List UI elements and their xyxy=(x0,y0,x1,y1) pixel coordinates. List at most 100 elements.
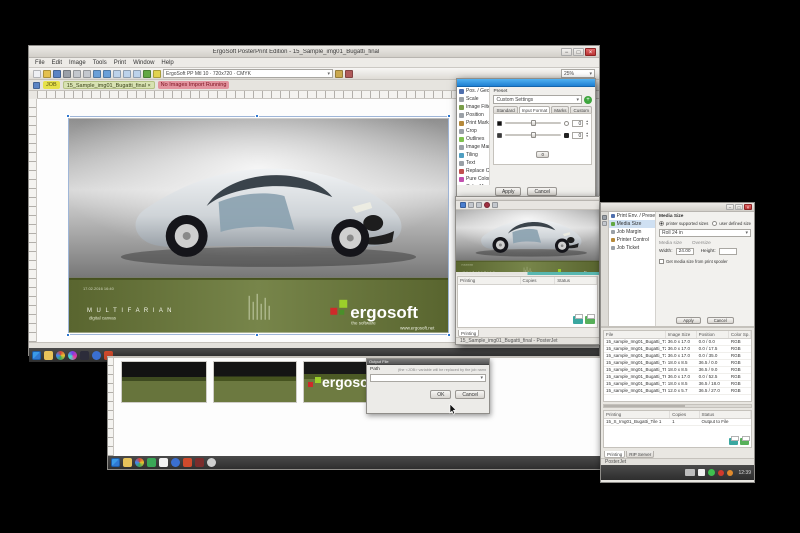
taskbar-media-icon[interactable] xyxy=(68,351,77,360)
tool-item[interactable]: Position xyxy=(457,111,489,119)
tiles-canvas[interactable]: ergosoft Output File Path (the <JOB> var… xyxy=(114,358,619,456)
color-swatch-gray[interactable] xyxy=(497,133,502,138)
slider-1-thumb[interactable] xyxy=(531,120,536,126)
redo-icon[interactable] xyxy=(103,70,111,78)
tree-item[interactable]: Printer Control xyxy=(609,236,655,244)
tool-item[interactable]: Pos. / Geometry xyxy=(457,87,489,95)
tool-item[interactable]: Replace Colors xyxy=(457,167,489,175)
file-row[interactable]: 15_sample_Img01_Bugatti_T5 18.0 x 8.5 36… xyxy=(604,367,751,374)
slider-2-thumb[interactable] xyxy=(531,132,536,138)
zoom-combo[interactable]: 25% ▾ xyxy=(561,69,595,78)
tool-item[interactable]: Tiling xyxy=(457,151,489,159)
col-copies[interactable]: Copies xyxy=(670,411,699,418)
swatch-small[interactable] xyxy=(564,133,569,138)
pin-icon[interactable] xyxy=(602,221,607,226)
cut-icon[interactable] xyxy=(73,70,81,78)
job-tab-rip[interactable]: RIP Server xyxy=(626,451,654,458)
start-button[interactable] xyxy=(32,351,41,360)
properties-titlebar[interactable] xyxy=(457,79,595,87)
menu-window[interactable]: Window xyxy=(133,60,154,66)
print-job-icon[interactable] xyxy=(460,202,466,208)
col-position[interactable]: Position xyxy=(697,331,729,338)
spinner[interactable]: ▴▾ xyxy=(586,132,588,139)
job-titlebar[interactable]: − □ × xyxy=(601,203,754,212)
settings-icon[interactable] xyxy=(492,202,498,208)
printer-sizes-radio[interactable] xyxy=(659,221,664,226)
taskbar-explorer-icon[interactable] xyxy=(123,458,132,467)
option-radio[interactable] xyxy=(564,121,569,126)
preset-combo[interactable]: Custom Settings ▾ xyxy=(493,95,582,104)
file-row[interactable]: 15_sample_Img01_Bugatti_T2 36.0 x 17.0 0… xyxy=(604,346,751,353)
file-row[interactable]: 15_sample_Img01_Bugatti_T1 36.0 x 17.0 0… xyxy=(604,339,751,346)
cancel-button[interactable]: Cancel xyxy=(527,187,557,196)
col-copies[interactable]: Copies xyxy=(521,277,556,284)
collapse-icon[interactable] xyxy=(602,215,607,220)
tool-item[interactable]: Image Margin xyxy=(457,143,489,151)
tool-item[interactable]: Scale xyxy=(457,95,489,103)
menu-edit[interactable]: Edit xyxy=(52,60,62,66)
taskbar-app2-icon[interactable] xyxy=(195,458,204,467)
file-row[interactable]: 15_sample_Img01_Bugatti_T7 18.0 x 8.5 36… xyxy=(604,381,751,388)
tray-app-icon[interactable] xyxy=(698,469,705,476)
tree-item[interactable]: Print Env. / Presets xyxy=(609,212,655,220)
tab-marks[interactable]: Marks xyxy=(551,106,569,113)
undo-icon[interactable] xyxy=(93,70,101,78)
col-image-size[interactable]: Image Size xyxy=(666,331,697,338)
taskbar-media-icon[interactable] xyxy=(147,458,156,467)
tool-item[interactable]: Print Marks xyxy=(457,119,489,127)
tab-custom[interactable]: Custom xyxy=(570,106,592,113)
placed-image[interactable] xyxy=(69,117,448,334)
job-tab[interactable]: 15_Sample_img01_Bugatti_final × xyxy=(63,81,155,89)
spinner[interactable]: ▴▾ xyxy=(586,120,588,127)
resize-handle[interactable] xyxy=(255,333,259,337)
close-button[interactable]: × xyxy=(585,48,596,56)
col-status[interactable]: Status xyxy=(700,411,751,418)
taskbar-notes-icon[interactable] xyxy=(159,458,168,467)
resize-handle[interactable] xyxy=(255,114,259,118)
height-field[interactable] xyxy=(719,248,737,255)
add-preset-button[interactable]: + xyxy=(584,96,592,104)
width-field[interactable]: 24.00 xyxy=(676,248,694,255)
col-printing[interactable]: Printing xyxy=(604,411,670,418)
resize-handle[interactable] xyxy=(447,333,451,337)
tray-clock[interactable]: 12:39 xyxy=(738,470,751,476)
tab-input-format[interactable]: Input Format xyxy=(519,106,551,113)
tree-item[interactable]: Job Margin xyxy=(609,228,655,236)
tray-keyboard-icon[interactable] xyxy=(685,469,695,476)
maximize-button[interactable]: □ xyxy=(735,204,743,210)
tool-item[interactable]: Color Management xyxy=(457,183,489,185)
taskbar-chrome-icon[interactable] xyxy=(56,351,65,360)
new-file-icon[interactable] xyxy=(33,70,41,78)
apply-button[interactable]: Apply xyxy=(495,187,522,196)
file-row[interactable]: 15_sample_Img01_Bugatti_T4 18.0 x 8.5 36… xyxy=(604,360,751,367)
printer-icon-green[interactable] xyxy=(740,438,749,445)
slider-2-value[interactable]: 0 xyxy=(572,132,583,139)
minimize-button[interactable]: − xyxy=(726,204,734,210)
open-icon[interactable] xyxy=(43,70,51,78)
tray-red-icon[interactable] xyxy=(718,470,724,476)
start-button[interactable] xyxy=(111,458,120,467)
menu-help[interactable]: Help xyxy=(161,60,173,66)
minimize-button[interactable]: − xyxy=(561,48,572,56)
taskbar-app3-icon[interactable] xyxy=(207,458,216,467)
tray-green-icon[interactable] xyxy=(708,469,715,476)
ok-button[interactable]: OK xyxy=(430,390,451,399)
queue-icon[interactable] xyxy=(345,70,353,78)
menu-file[interactable]: File xyxy=(35,60,45,66)
cancel-button[interactable]: Cancel xyxy=(455,390,485,399)
preview-tab-printing[interactable]: Printing xyxy=(458,330,479,337)
copy-icon[interactable] xyxy=(83,70,91,78)
tool-item[interactable]: Crop xyxy=(457,127,489,135)
main-titlebar[interactable]: ErgoSoft PosterPrint Edition - 15_Sample… xyxy=(29,46,599,58)
tree-item-selected[interactable]: Media Size xyxy=(609,220,655,228)
col-color-space[interactable]: Color Sp. xyxy=(729,331,751,338)
taskbar-mail-icon[interactable] xyxy=(92,351,101,360)
tray-orange-icon[interactable] xyxy=(727,470,733,476)
file-row[interactable]: 15_sample_Img01_Bugatti_T3 36.0 x 17.0 0… xyxy=(604,353,751,360)
slider-1[interactable] xyxy=(505,122,561,124)
rip-icon[interactable] xyxy=(335,70,343,78)
user-size-radio[interactable] xyxy=(712,221,717,226)
printer-icon-teal[interactable] xyxy=(573,316,583,324)
resize-handle[interactable] xyxy=(447,114,451,118)
spooler-checkbox[interactable] xyxy=(659,259,664,264)
